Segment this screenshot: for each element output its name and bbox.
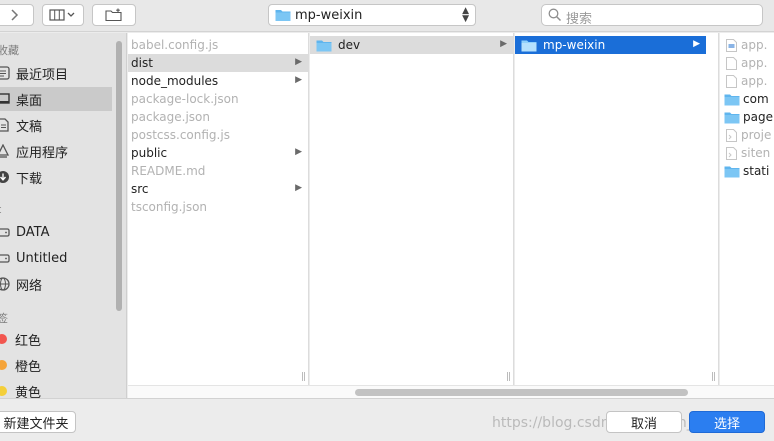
columns-view-icon <box>49 9 75 21</box>
sidebar-item-label: 红色 <box>15 333 42 349</box>
orange-tag-dot-icon <box>0 360 7 370</box>
forward-button[interactable] <box>0 4 34 26</box>
list-item[interactable]: src ▶ <box>128 180 308 198</box>
new-folder-icon <box>105 8 122 22</box>
folder-icon <box>316 40 332 51</box>
sidebar-item-label: Untitled <box>16 250 68 266</box>
new-folder-toolbar-button[interactable] <box>92 4 136 26</box>
red-tag-dot-icon <box>0 334 7 344</box>
sidebar-heading-tags: 签 <box>0 312 8 325</box>
file-icon <box>726 128 737 142</box>
list-item[interactable]: app. <box>720 54 774 72</box>
list-item[interactable]: tsconfig.json <box>128 198 308 216</box>
search-field[interactable]: 搜索 <box>541 4 763 27</box>
chevron-right-icon: ▶ <box>295 57 302 67</box>
list-item[interactable]: siten <box>720 144 774 162</box>
sidebar-item-label: 网络 <box>16 278 43 294</box>
horizontal-scrollbar-thumb[interactable] <box>355 389 688 396</box>
sidebar-item-data[interactable]: DATA <box>0 220 112 244</box>
sidebar-item-tag-orange[interactable]: 橙色 <box>0 353 112 377</box>
sidebar-item-downloads[interactable]: 下载 <box>0 165 112 189</box>
list-item[interactable]: postcss.config.js <box>128 126 308 144</box>
list-item[interactable]: babel.config.js <box>128 36 308 54</box>
file-icon <box>726 74 737 88</box>
sidebar-item-label: 下载 <box>16 171 43 187</box>
applications-icon <box>0 142 12 160</box>
download-icon <box>0 168 12 186</box>
toolbar: mp-weixin ▲ ▼ 搜索 <box>0 0 774 32</box>
folder-icon <box>724 166 740 177</box>
browser-column-3: mp-weixin ▶ || <box>515 33 719 385</box>
list-item[interactable]: mp-weixin ▶ <box>515 36 706 54</box>
list-item[interactable]: public ▶ <box>128 144 308 162</box>
updown-chevron-icon: ▲ ▼ <box>462 6 469 24</box>
list-item[interactable]: com <box>720 90 774 108</box>
list-item[interactable]: page <box>720 108 774 126</box>
clock-icon <box>0 64 12 82</box>
chevron-right-icon: ▶ <box>295 147 302 157</box>
search-icon <box>548 8 562 22</box>
file-icon <box>726 38 737 52</box>
sidebar-item-network[interactable]: 网络 <box>0 272 112 296</box>
list-item[interactable]: stati <box>720 162 774 180</box>
folder-icon <box>724 94 740 105</box>
list-item[interactable]: proje <box>720 126 774 144</box>
list-item[interactable]: package.json <box>128 108 308 126</box>
yellow-tag-dot-icon <box>0 386 7 396</box>
new-folder-button[interactable]: 新建文件夹 <box>0 411 76 433</box>
browser-column-1: babel.config.js dist ▶ node_modules ▶ pack… <box>128 33 309 385</box>
sidebar-item-tag-red[interactable]: 红色 <box>0 327 112 351</box>
chevron-right-icon: ▶ <box>693 39 700 49</box>
sidebar-item-label: DATA <box>16 224 50 240</box>
sidebar-item-applications[interactable]: 应用程序 <box>0 139 112 163</box>
disk-icon <box>0 249 12 267</box>
view-mode-button[interactable] <box>42 4 84 26</box>
sidebar-item-label: 最近项目 <box>16 67 69 83</box>
browser-column-2: dev ▶ || <box>310 33 514 385</box>
list-item[interactable]: dev ▶ <box>310 36 513 54</box>
browser-column-4: app. app. app. com page proje siten stat… <box>720 33 774 385</box>
chevron-right-icon <box>11 9 19 21</box>
folder-icon <box>724 112 740 123</box>
file-icon <box>726 56 737 70</box>
list-item[interactable]: node_modules ▶ <box>128 72 308 90</box>
sidebar-item-recents[interactable]: 最近项目 <box>0 61 112 85</box>
cancel-button[interactable]: 取消 <box>606 411 682 433</box>
sidebar-item-untitled[interactable]: Untitled <box>0 246 112 270</box>
column-resize-handle[interactable]: || <box>506 372 511 382</box>
location-popup[interactable]: mp-weixin ▲ ▼ <box>268 4 476 26</box>
chevron-right-icon: ▶ <box>295 75 302 85</box>
list-item[interactable]: package-lock.json <box>128 90 308 108</box>
folder-icon <box>275 10 291 21</box>
chevron-right-icon: ▶ <box>295 183 302 193</box>
select-button[interactable]: 选择 <box>689 411 765 433</box>
sidebar: 收藏 最近项目 桌面 文稿 应用程序 下载 t DATA Untitled 网络… <box>0 33 127 401</box>
sidebar-item-label: 桌面 <box>16 93 43 109</box>
column-resize-handle[interactable]: || <box>711 372 716 382</box>
sidebar-item-label: 橙色 <box>15 359 42 375</box>
chevron-right-icon: ▶ <box>500 39 507 49</box>
sidebar-item-desktop[interactable]: 桌面 <box>0 87 112 111</box>
column-resize-handle[interactable]: || <box>301 372 306 382</box>
list-item[interactable]: app. <box>720 72 774 90</box>
file-icon <box>726 146 737 160</box>
network-icon <box>0 275 12 293</box>
sidebar-heading-favorites: 收藏 <box>0 44 19 57</box>
folder-icon <box>521 40 537 51</box>
list-item[interactable]: app. <box>720 36 774 54</box>
sidebar-item-documents[interactable]: 文稿 <box>0 113 112 137</box>
bottom-bar: 新建文件夹 https://blog.csdn.net/weixin_45384… <box>0 398 774 441</box>
sidebar-item-label: 应用程序 <box>16 145 69 161</box>
disk-icon <box>0 223 12 241</box>
list-item[interactable]: dist ▶ <box>128 54 308 72</box>
location-label: mp-weixin <box>295 8 363 23</box>
sidebar-heading-locations: t <box>0 203 1 216</box>
document-icon <box>0 116 12 134</box>
desktop-icon <box>0 90 12 108</box>
sidebar-item-label: 文稿 <box>16 119 43 135</box>
list-item[interactable]: README.md <box>128 162 308 180</box>
search-placeholder: 搜索 <box>566 12 593 27</box>
sidebar-scrollbar[interactable] <box>116 41 122 311</box>
